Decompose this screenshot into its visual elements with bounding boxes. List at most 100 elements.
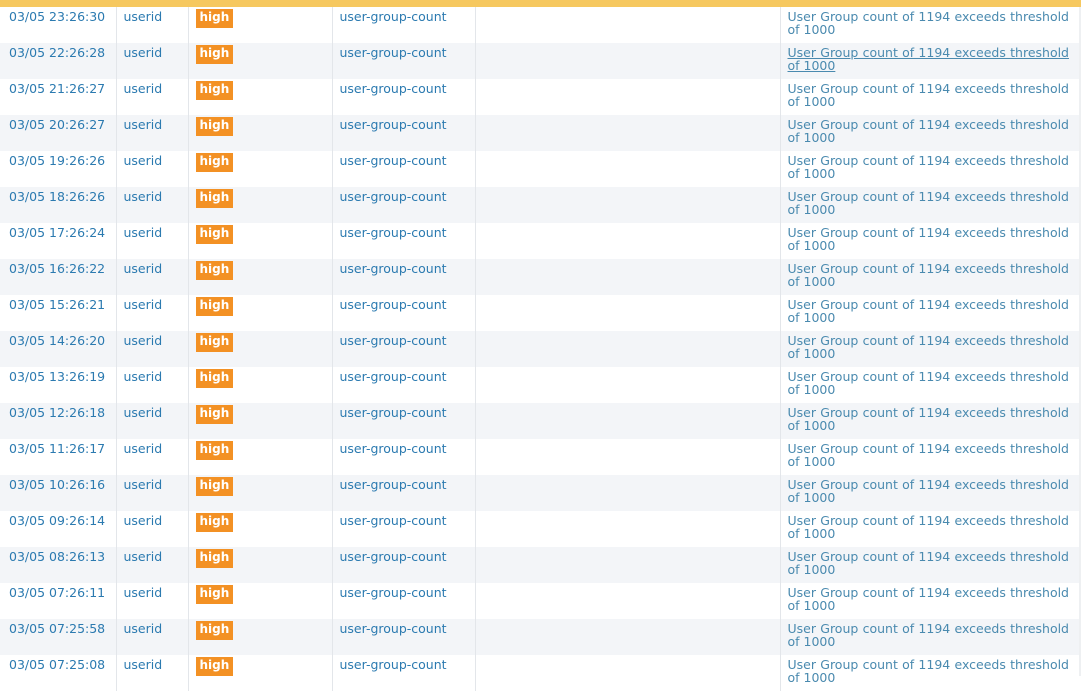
log-time-link[interactable]: 03/05 10:26:16: [0, 475, 116, 492]
table-row[interactable]: 03/05 07:26:11userid high user-group-count…: [0, 583, 1081, 619]
table-row[interactable]: 03/05 09:26:14userid high user-group-count…: [0, 511, 1081, 547]
log-type-link[interactable]: userid: [117, 115, 188, 132]
severity-badge: high: [196, 513, 234, 532]
table-row[interactable]: 03/05 07:25:58useridhighuser-group-count…: [0, 619, 1081, 655]
log-event-link[interactable]: user-group-count: [333, 151, 475, 168]
log-description-link[interactable]: User Group count of 1194 exceeds thresho…: [781, 331, 1081, 360]
table-row[interactable]: 03/05 14:26:20useridhighuser-group-count…: [0, 331, 1081, 367]
log-event-link[interactable]: user-group-count: [333, 259, 475, 276]
log-type-link[interactable]: userid: [117, 331, 188, 348]
log-event-link[interactable]: user-group-count: [333, 439, 475, 456]
log-event-link[interactable]: user-group-count: [333, 511, 475, 528]
log-time-link[interactable]: 03/05 17:26:24: [0, 223, 116, 240]
log-time-link[interactable]: 03/05 14:26:20: [0, 331, 116, 348]
log-description-link[interactable]: User Group count of 1194 exceeds thresho…: [781, 475, 1081, 504]
log-event-link[interactable]: user-group-count: [333, 403, 475, 420]
log-description-link[interactable]: User Group count of 1194 exceeds thresho…: [781, 511, 1081, 540]
log-type-link[interactable]: userid: [117, 367, 188, 384]
log-description-link[interactable]: User Group count of 1194 exceeds thresho…: [781, 547, 1081, 576]
log-type-link[interactable]: userid: [117, 511, 188, 528]
log-description-link[interactable]: User Group count of 1194 exceeds thresho…: [781, 43, 1081, 72]
log-time-link[interactable]: 03/05 07:26:11: [0, 583, 116, 600]
log-time-link[interactable]: 03/05 15:26:21: [0, 295, 116, 312]
table-row[interactable]: 03/05 16:26:22useridhighuser-group-count…: [0, 259, 1081, 295]
table-row[interactable]: 03/05 10:26:16useridhighuser-group-count…: [0, 475, 1081, 511]
severity-cell: high: [189, 331, 332, 352]
log-event-link[interactable]: user-group-count: [333, 655, 475, 672]
log-type-link[interactable]: userid: [117, 403, 188, 420]
log-event-link[interactable]: user-group-count: [333, 367, 475, 384]
log-type-link[interactable]: userid: [117, 151, 188, 168]
severity-cell: high: [189, 619, 332, 640]
log-description-link[interactable]: User Group count of 1194 exceeds thresho…: [781, 187, 1081, 216]
log-description-link[interactable]: User Group count of 1194 exceeds thresho…: [781, 79, 1081, 108]
severity-badge: high: [196, 585, 234, 604]
log-description-link[interactable]: User Group count of 1194 exceeds thresho…: [781, 403, 1081, 432]
log-type-link[interactable]: userid: [117, 655, 188, 672]
table-row[interactable]: 03/05 22:26:28useridhighuser-group-count…: [0, 43, 1081, 79]
table-row[interactable]: 03/05 15:26:21useridhighuser-group-count…: [0, 295, 1081, 331]
log-type-link[interactable]: userid: [117, 583, 188, 600]
log-description-link[interactable]: User Group count of 1194 exceeds thresho…: [781, 439, 1081, 468]
log-event-link[interactable]: user-group-count: [333, 475, 475, 492]
log-event-link[interactable]: user-group-count: [333, 295, 475, 312]
log-description-link[interactable]: User Group count of 1194 exceeds thresho…: [781, 115, 1081, 144]
log-time-link[interactable]: 03/05 09:26:14: [0, 511, 116, 528]
log-event-link[interactable]: user-group-count: [333, 43, 475, 60]
table-row[interactable]: 03/05 18:26:26useridhighuser-group-count…: [0, 187, 1081, 223]
table-row[interactable]: 03/05 21:26:27useridhighuser-group-count…: [0, 79, 1081, 115]
log-event-link[interactable]: user-group-count: [333, 619, 475, 636]
log-description-link[interactable]: User Group count of 1194 exceeds thresho…: [781, 259, 1081, 288]
log-event-link[interactable]: user-group-count: [333, 115, 475, 132]
log-event-link[interactable]: user-group-count: [333, 331, 475, 348]
log-event-link[interactable]: user-group-count: [333, 583, 475, 600]
log-event-link[interactable]: user-group-count: [333, 547, 475, 564]
log-description-link[interactable]: User Group count of 1194 exceeds thresho…: [781, 151, 1081, 180]
log-type-link[interactable]: userid: [117, 619, 188, 636]
log-description-link[interactable]: User Group count of 1194 exceeds thresho…: [781, 295, 1081, 324]
log-type-link[interactable]: userid: [117, 43, 188, 60]
log-time-link[interactable]: 03/05 20:26:27: [0, 115, 116, 132]
table-row[interactable]: 03/05 13:26:19useridhighuser-group-count…: [0, 367, 1081, 403]
log-event-link[interactable]: user-group-count: [333, 7, 475, 24]
log-time-link[interactable]: 03/05 22:26:28: [0, 43, 116, 60]
table-row[interactable]: 03/05 19:26:26useridhighuser-group-count…: [0, 151, 1081, 187]
log-time-link[interactable]: 03/05 19:26:26: [0, 151, 116, 168]
log-event-link[interactable]: user-group-count: [333, 79, 475, 96]
log-time-link[interactable]: 03/05 08:26:13: [0, 547, 116, 564]
log-type-link[interactable]: userid: [117, 79, 188, 96]
log-description-link[interactable]: User Group count of 1194 exceeds thresho…: [781, 619, 1081, 648]
log-type-link[interactable]: userid: [117, 223, 188, 240]
log-description-link[interactable]: User Group count of 1194 exceeds thresho…: [781, 583, 1081, 612]
log-object-cell: [476, 619, 780, 622]
log-time-link[interactable]: 03/05 18:26:26: [0, 187, 116, 204]
log-time-link[interactable]: 03/05 23:26:30: [0, 7, 116, 24]
log-type-link[interactable]: userid: [117, 547, 188, 564]
table-row[interactable]: 03/05 17:26:24useridhighuser-group-count…: [0, 223, 1081, 259]
log-type-link[interactable]: userid: [117, 187, 188, 204]
log-type-link[interactable]: userid: [117, 295, 188, 312]
table-row[interactable]: 03/05 23:26:30useridhighuser-group-count…: [0, 7, 1081, 43]
log-type-link[interactable]: userid: [117, 259, 188, 276]
table-row[interactable]: 03/05 11:26:17useridhighuser-group-count…: [0, 439, 1081, 475]
log-time-link[interactable]: 03/05 11:26:17: [0, 439, 116, 456]
table-row[interactable]: 03/05 20:26:27useridhighuser-group-count…: [0, 115, 1081, 151]
log-time-link[interactable]: 03/05 07:25:08: [0, 655, 116, 672]
log-time-link[interactable]: 03/05 21:26:27: [0, 79, 116, 96]
log-time-link[interactable]: 03/05 12:26:18: [0, 403, 116, 420]
log-description-link[interactable]: User Group count of 1194 exceeds thresho…: [781, 367, 1081, 396]
table-row[interactable]: 03/05 08:26:13useridhighuser-group-count…: [0, 547, 1081, 583]
log-type-link[interactable]: userid: [117, 475, 188, 492]
log-description-link[interactable]: User Group count of 1194 exceeds thresho…: [781, 7, 1081, 36]
log-time-link[interactable]: 03/05 13:26:19: [0, 367, 116, 384]
log-event-link[interactable]: user-group-count: [333, 223, 475, 240]
log-type-link[interactable]: userid: [117, 7, 188, 24]
table-row[interactable]: 03/05 07:25:08useridhighuser-group-count…: [0, 655, 1081, 691]
log-description-link[interactable]: User Group count of 1194 exceeds thresho…: [781, 223, 1081, 252]
table-row[interactable]: 03/05 12:26:18useridhighuser-group-count…: [0, 403, 1081, 439]
log-type-link[interactable]: userid: [117, 439, 188, 456]
log-time-link[interactable]: 03/05 07:25:58: [0, 619, 116, 636]
log-time-link[interactable]: 03/05 16:26:22: [0, 259, 116, 276]
log-event-link[interactable]: user-group-count: [333, 187, 475, 204]
log-description-link[interactable]: User Group count of 1194 exceeds thresho…: [781, 655, 1081, 684]
